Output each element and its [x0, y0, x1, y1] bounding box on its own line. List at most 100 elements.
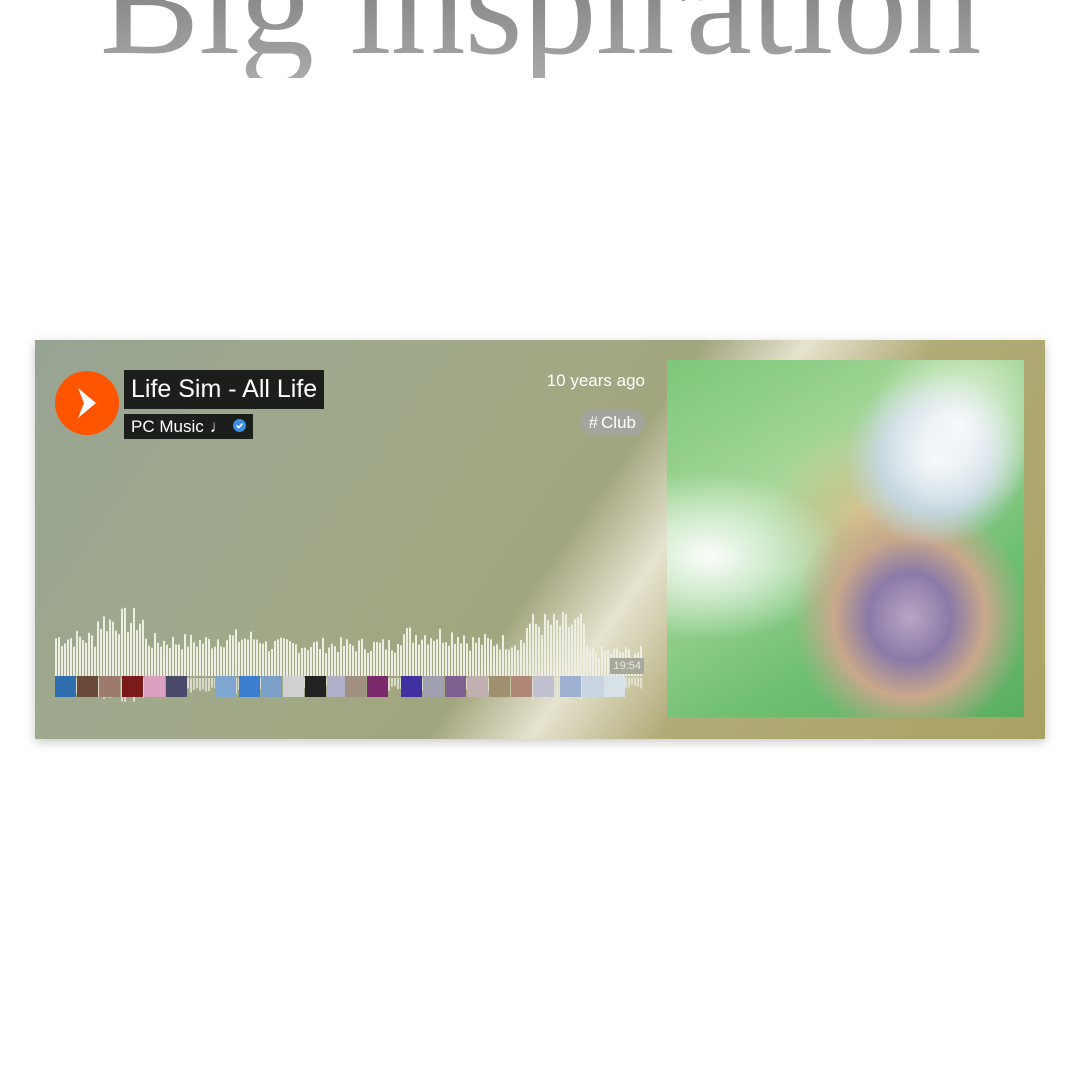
comment-avatar[interactable] [489, 676, 510, 697]
comment-avatar[interactable] [239, 676, 260, 697]
waveform-bar [361, 638, 363, 676]
waveform-bar [85, 642, 87, 676]
waveform-bar [244, 638, 246, 676]
waveform-bar [400, 645, 402, 676]
waveform-bar [298, 652, 300, 676]
waveform-bar [469, 650, 471, 676]
track-title[interactable]: Life Sim - All Life [124, 370, 325, 409]
waveform-bar [454, 643, 456, 676]
waveform-bar [190, 634, 192, 676]
music-note-icon: ♩ [209, 417, 227, 436]
waveform-bar [268, 651, 270, 676]
comment-avatar[interactable] [144, 676, 165, 697]
waveform-bar [403, 634, 405, 676]
waveform-bar [91, 635, 93, 676]
waveform-bar [301, 648, 303, 676]
waveform-bar [109, 619, 111, 676]
waveform-bar [205, 637, 207, 676]
comment-avatar[interactable] [367, 676, 388, 697]
waveform-bar [355, 651, 357, 676]
waveform-bar [541, 634, 543, 676]
comment-avatar[interactable] [604, 676, 625, 697]
waveform-bar [208, 639, 210, 676]
waveform-bar [139, 623, 141, 676]
waveform-bar [64, 643, 66, 676]
waveform-bar [586, 645, 588, 676]
waveform-bar [121, 608, 123, 676]
comment-avatar[interactable] [166, 676, 187, 697]
waveform-bar [391, 650, 393, 676]
waveform-bar [487, 637, 489, 676]
comment-avatar[interactable] [401, 676, 422, 697]
waveform-bar [127, 632, 129, 676]
comment-avatar[interactable] [55, 676, 76, 697]
waveform-bar [334, 646, 336, 676]
waveform-bar [151, 647, 153, 676]
waveform-bar [553, 613, 555, 676]
comment-avatar[interactable] [283, 676, 304, 697]
waveform-bar [181, 649, 183, 676]
waveform-bar [295, 644, 297, 676]
waveform-bar [94, 646, 96, 676]
waveform-bar [283, 638, 285, 676]
comment-avatar[interactable] [511, 676, 532, 697]
waveform-bar [517, 650, 519, 676]
waveform-bar [136, 630, 138, 676]
waveform-bar [115, 630, 117, 676]
comment-avatar[interactable] [122, 676, 143, 697]
play-button[interactable] [55, 371, 119, 435]
comment-avatar[interactable] [261, 676, 282, 697]
waveform-bar [241, 639, 243, 676]
waveform-bar [484, 634, 486, 676]
track-card: Life Sim - All Life PC Music ♩ 10 years a… [35, 340, 1045, 739]
waveform-bar [412, 642, 414, 676]
waveform-bar [319, 648, 321, 676]
comment-avatar[interactable] [560, 676, 581, 697]
waveform-bar [265, 641, 267, 676]
comment-avatar[interactable] [467, 676, 488, 697]
waveform-bar [253, 639, 255, 676]
comment-avatar[interactable] [77, 676, 98, 697]
play-icon [78, 388, 96, 418]
waveform-bar [430, 638, 432, 676]
comment-avatar[interactable] [345, 676, 366, 697]
waveform-bar [280, 637, 282, 676]
waveform-bar [394, 652, 396, 676]
headline: Big inspiration [0, 0, 1080, 78]
comment-avatar[interactable] [423, 676, 444, 697]
track-artwork[interactable] [667, 360, 1024, 717]
waveform-bar [547, 620, 549, 676]
waveform-bar [568, 626, 570, 676]
artist-name[interactable]: PC Music [131, 417, 204, 436]
waveform-bar [595, 652, 597, 676]
comment-avatar[interactable] [533, 676, 554, 697]
comment-avatars [55, 676, 645, 698]
waveform-bar [358, 640, 360, 676]
waveform-bar [106, 631, 108, 676]
waveform-bar [463, 635, 465, 676]
waveform-bar [580, 613, 582, 676]
waveform[interactable]: 19:54 [55, 602, 645, 705]
waveform-bar [172, 636, 174, 676]
waveform-bar [475, 642, 477, 676]
comment-avatar[interactable] [582, 676, 603, 697]
waveform-bar [601, 646, 603, 676]
comment-avatar[interactable] [305, 676, 326, 697]
waveform-bar [340, 637, 342, 676]
comment-avatar[interactable] [445, 676, 466, 697]
comment-avatar[interactable] [99, 676, 120, 697]
waveform-bar [559, 625, 561, 676]
posted-time: 10 years ago [546, 371, 645, 390]
comment-avatar[interactable] [215, 676, 236, 697]
tag-hash: # [588, 413, 599, 432]
waveform-bar [538, 626, 540, 676]
waveform-bar [415, 635, 417, 676]
waveform-bar [418, 644, 420, 676]
waveform-bar [217, 639, 219, 676]
genre-tag[interactable]: # Club [579, 409, 645, 436]
waveform-bar [346, 639, 348, 676]
waveform-bar [211, 648, 213, 676]
waveform-bar [133, 608, 135, 676]
waveform-bar [445, 642, 447, 676]
waveform-bar [313, 642, 315, 676]
